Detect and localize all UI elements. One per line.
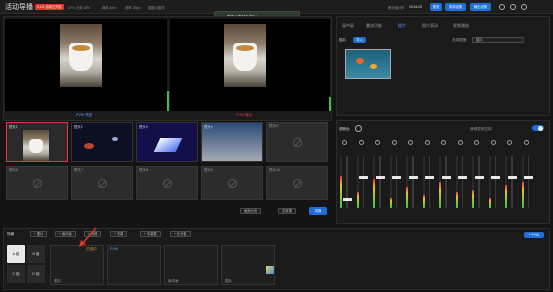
add-image-button[interactable]: + 图片	[30, 231, 48, 237]
mute-icon[interactable]	[441, 140, 446, 145]
stat-net: 网络 3ms	[102, 5, 116, 10]
mute-icon[interactable]	[424, 140, 430, 145]
mute-icon[interactable]	[375, 140, 380, 145]
mixer-channel-4[interactable]	[389, 140, 404, 220]
source-slot-5[interactable]: 镜头5	[266, 122, 328, 162]
source-slot-1[interactable]: 镜头1	[6, 122, 68, 162]
mute-icon[interactable]	[358, 140, 364, 145]
pvw-label: PVW 预览	[76, 113, 93, 117]
add-scoreboard-button[interactable]: + 比分板	[170, 231, 191, 237]
stat-cpu: CPU 占用 38%	[68, 5, 90, 10]
fader-knob[interactable]	[425, 176, 434, 179]
group-d[interactable]: D 组	[27, 265, 45, 283]
pgm-monitor	[170, 19, 331, 111]
fader-knob[interactable]	[392, 176, 401, 179]
fader-knob[interactable]	[359, 176, 368, 179]
mixer-channel-2[interactable]	[356, 140, 371, 220]
fader-knob[interactable]	[507, 176, 517, 179]
mute-icon[interactable]	[474, 140, 479, 145]
fader-knob[interactable]	[524, 176, 533, 179]
empty-icon	[292, 138, 302, 148]
source-slot-4[interactable]: 镜头4	[201, 122, 263, 162]
source-grid: 镜头1 镜头2 镜头3 镜头4 镜头5 镜头6 镜头7 镜头8 镜头9 镜头10…	[4, 122, 334, 222]
transition-select[interactable]: 画面淡出	[240, 208, 262, 214]
scene-item-1[interactable]: 已选中 图片	[50, 245, 104, 285]
mixer-channel-3[interactable]	[373, 140, 387, 220]
mixer-channel-10[interactable]	[488, 140, 503, 220]
mixer-channel-9[interactable]	[472, 140, 486, 220]
add-caption-box-button[interactable]: + 字幕框	[140, 231, 161, 237]
scene-title: 场景	[7, 232, 15, 236]
mixer-channel-8[interactable]	[455, 140, 470, 220]
stat-fps: 帧率 25fps	[125, 5, 141, 10]
switch-button[interactable]: 切换	[309, 207, 327, 215]
mute-icon[interactable]	[490, 140, 496, 145]
mute-icon[interactable]	[507, 140, 512, 145]
pvw-monitor[interactable]	[5, 19, 169, 111]
source-slot-10[interactable]: 镜头10	[266, 166, 328, 200]
source-slot-8[interactable]: 镜头8	[136, 166, 198, 200]
mute-icon[interactable]	[523, 140, 529, 145]
pvw-image	[60, 24, 102, 87]
source-slot-2[interactable]: 镜头2	[71, 122, 133, 162]
mixer-channel-1[interactable]	[340, 140, 354, 220]
source-slot-9[interactable]: 镜头9	[201, 166, 263, 200]
fader-knob[interactable]	[491, 176, 500, 179]
mute-icon[interactable]	[457, 140, 463, 145]
scene-item-3[interactable]: 画中画	[164, 245, 218, 285]
group-c[interactable]: C 组	[7, 265, 25, 283]
mute-icon[interactable]	[391, 140, 397, 145]
fader-knob[interactable]	[441, 176, 451, 179]
mute-icon[interactable]	[408, 140, 413, 145]
source-slot-6[interactable]: 镜头6	[6, 166, 68, 200]
mixer-channel-6[interactable]	[422, 140, 437, 220]
fader-knob[interactable]	[458, 176, 467, 179]
mixer-channel-7[interactable]	[439, 140, 453, 220]
source-slot-3[interactable]: 镜头3	[136, 122, 198, 162]
fader-knob[interactable]	[408, 176, 418, 179]
mixer-channel-11[interactable]	[505, 140, 519, 220]
pgm-image	[224, 24, 266, 87]
status-badge: 3.4.5 活动已开启	[35, 4, 64, 10]
pgm-label: PGM 输出	[236, 113, 253, 117]
group-a[interactable]: A 组	[7, 245, 25, 263]
mode-select[interactable]: 无效果	[278, 208, 296, 214]
mixer-channel-12[interactable]	[521, 140, 536, 220]
fader-knob[interactable]	[474, 176, 484, 179]
group-b[interactable]: B 组	[27, 245, 45, 263]
red-arrow-annotation	[79, 227, 97, 247]
app-title: 活动导播	[5, 4, 33, 11]
monitor-panel: PVW 预览 PGM 输出	[3, 16, 332, 121]
mixer-channel-5[interactable]	[406, 140, 420, 220]
stat-stream: 直播与推流	[148, 5, 165, 10]
pvw-button[interactable]: + PVW	[524, 232, 544, 238]
mute-icon[interactable]	[342, 140, 347, 145]
add-pip-button[interactable]: + 画中画	[55, 231, 76, 237]
fader-knob[interactable]	[375, 176, 385, 179]
fader-knob[interactable]	[342, 198, 352, 201]
scene-item-4[interactable]: 图片	[221, 245, 275, 285]
scene-item-2[interactable]: PVW	[107, 245, 161, 285]
pvw-badge: PVW	[110, 247, 119, 251]
add-caption-button[interactable]: + 字幕	[110, 231, 128, 237]
source-slot-7[interactable]: 镜头7	[71, 166, 133, 200]
